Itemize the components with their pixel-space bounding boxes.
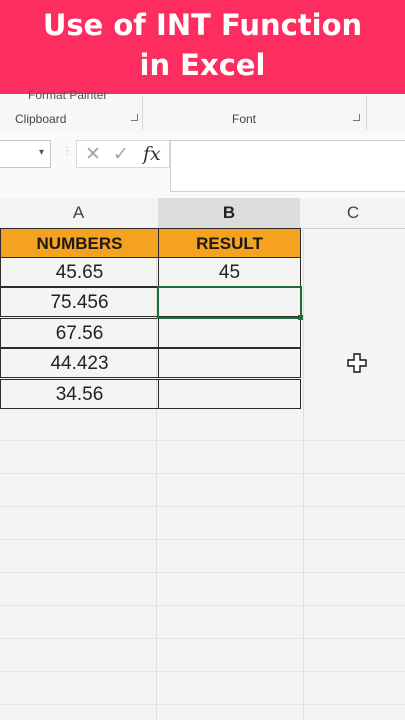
cell-b4[interactable] (158, 318, 301, 348)
ribbon-separator (142, 96, 143, 130)
formula-bar: ▾ ⋮ ✕ ✓ fx (0, 132, 405, 198)
chevron-down-icon[interactable]: ▾ (39, 147, 44, 158)
cell-select-cursor-icon (347, 353, 367, 373)
banner-title-line1: Use of INT Function (42, 8, 363, 42)
cell-a6[interactable]: 34.56 (0, 379, 159, 409)
format-painter-button[interactable]: Format Painter (28, 88, 107, 102)
cell-b2[interactable]: 45 (158, 257, 301, 287)
formula-buttons: ✕ ✓ fx (76, 140, 170, 168)
column-header-b[interactable]: B (158, 198, 300, 230)
fill-handle[interactable] (298, 315, 303, 320)
cell-a2[interactable]: 45.65 (0, 257, 159, 287)
grid-line (0, 671, 405, 672)
grid-line (0, 572, 405, 573)
clipboard-dialog-launcher-icon[interactable]: launcher (131, 114, 138, 121)
cell-a1[interactable]: NUMBERS (0, 228, 159, 258)
ribbon: Format Painter Clipboard launcher Font l… (0, 88, 405, 133)
name-box[interactable]: ▾ (0, 140, 51, 168)
formula-input[interactable] (170, 140, 405, 192)
grid-line (303, 228, 304, 720)
cell-a5[interactable]: 44.423 (0, 348, 159, 378)
grid-line (0, 704, 405, 705)
cell-a4[interactable]: 67.56 (0, 318, 159, 348)
cell-b5[interactable] (158, 348, 301, 378)
grid-line (0, 539, 405, 540)
column-header-c[interactable]: C (301, 198, 405, 229)
ribbon-separator (366, 96, 367, 130)
enter-icon[interactable]: ✓ (113, 143, 129, 166)
grid-line (0, 440, 405, 441)
cancel-icon[interactable]: ✕ (85, 143, 101, 166)
grid-line (0, 506, 405, 507)
banner-title-line2: in Excel (139, 48, 266, 82)
grid-line (0, 605, 405, 606)
cell-a3[interactable]: 75.456 (0, 287, 159, 317)
clipboard-group-label: Clipboard (15, 112, 67, 126)
column-header-a[interactable]: A (0, 198, 157, 229)
grid-line (0, 473, 405, 474)
cell-b1[interactable]: RESULT (158, 228, 301, 258)
font-group-label: Font (232, 112, 257, 126)
drag-handle-icon[interactable]: ⋮ (62, 146, 72, 157)
grid-line (0, 638, 405, 639)
cell-b6[interactable] (158, 379, 301, 409)
insert-function-icon[interactable]: fx (143, 143, 161, 165)
title-banner: Use of INT Function in Excel (0, 0, 405, 94)
active-cell-border (157, 286, 302, 319)
font-dialog-launcher-icon[interactable]: launcher (353, 114, 360, 121)
